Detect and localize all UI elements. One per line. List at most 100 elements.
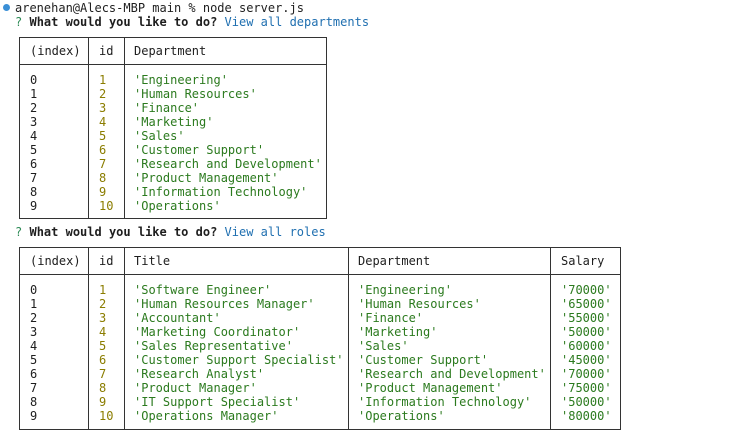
- table-cell-salary: '65000': [561, 297, 612, 311]
- table-cell-id: 10: [99, 409, 114, 423]
- table-cell-department: 'Sales': [358, 339, 409, 353]
- roles-table: (index) id Title Department Salary 0 1 'Softwar…: [19, 247, 621, 430]
- table-cell-id: 2: [99, 87, 107, 101]
- table-cell-index: 0: [30, 73, 38, 87]
- column-header-department: Department: [134, 44, 207, 58]
- column-header-department: Department: [358, 254, 431, 268]
- question-mark-icon: ?: [15, 225, 23, 239]
- table-cell-id: 4: [99, 115, 107, 129]
- table-cell-department: 'Human Resources': [134, 87, 257, 101]
- table-cell-salary: '75000': [561, 381, 612, 395]
- table-cell-salary: '70000': [561, 283, 612, 297]
- table-cell-index: 6: [30, 157, 38, 171]
- prompt-question-1: ? What would you like to do? View all de…: [15, 15, 369, 29]
- table-cell-id: 3: [99, 311, 107, 325]
- table-cell-department: 'Marketing': [134, 115, 214, 129]
- column-divider: [550, 248, 551, 429]
- table-cell-id: 1: [99, 283, 107, 297]
- table-cell-department: 'Sales': [134, 129, 185, 143]
- table-cell-index: 5: [30, 143, 38, 157]
- table-cell-department: 'Marketing': [358, 325, 438, 339]
- table-cell-index: 5: [30, 353, 38, 367]
- table-cell-index: 9: [30, 199, 38, 213]
- table-cell-id: 6: [99, 143, 107, 157]
- prompt-status-dot: [3, 4, 10, 11]
- table-cell-index: 1: [30, 297, 38, 311]
- table-cell-title: 'Sales Representative': [134, 339, 293, 353]
- table-cell-index: 3: [30, 115, 38, 129]
- table-cell-department: 'Customer Support': [134, 143, 265, 157]
- table-cell-index: 3: [30, 325, 38, 339]
- table-cell-salary: '60000': [561, 339, 612, 353]
- departments-table: (index) id Department 0 1 'Engineering' 1 2 'Hum…: [19, 37, 327, 219]
- table-cell-salary: '80000': [561, 409, 612, 423]
- table-cell-title: 'Operations Manager': [134, 409, 279, 423]
- table-cell-salary: '50000': [561, 395, 612, 409]
- table-cell-title: 'Accountant': [134, 311, 221, 325]
- column-header-salary: Salary: [561, 254, 605, 268]
- prompt-question-2: ? What would you like to do? View all ro…: [15, 225, 326, 239]
- column-header-title: Title: [134, 254, 171, 268]
- table-cell-department: 'Finance': [358, 311, 424, 325]
- table-cell-id: 8: [99, 171, 107, 185]
- table-cell-department: 'Engineering': [358, 283, 452, 297]
- table-cell-id: 9: [99, 185, 107, 199]
- table-cell-department: 'Information Technology': [134, 185, 308, 199]
- table-cell-index: 8: [30, 185, 38, 199]
- column-divider: [88, 38, 89, 218]
- table-cell-department: 'Product Management': [134, 171, 279, 185]
- table-cell-index: 7: [30, 381, 38, 395]
- table-cell-title: 'IT Support Specialist': [134, 395, 301, 409]
- table-cell-index: 4: [30, 129, 38, 143]
- table-cell-salary: '45000': [561, 353, 612, 367]
- table-cell-title: 'Human Resources Manager': [134, 297, 315, 311]
- table-cell-id: 1: [99, 73, 107, 87]
- table-cell-department: 'Information Technology': [358, 395, 532, 409]
- selected-answer: View all roles: [224, 225, 326, 239]
- table-cell-id: 7: [99, 367, 107, 381]
- table-cell-index: 9: [30, 409, 38, 423]
- table-cell-title: 'Product Manager': [134, 381, 257, 395]
- table-cell-index: 7: [30, 171, 38, 185]
- table-cell-department: 'Research and Development': [134, 157, 322, 171]
- column-divider: [348, 248, 349, 429]
- table-cell-salary: '55000': [561, 311, 612, 325]
- table-cell-id: 3: [99, 101, 107, 115]
- column-header-id: id: [99, 44, 114, 58]
- shell-command-line: arenehan@Alecs-MBP main % node server.js: [15, 1, 304, 15]
- table-cell-index: 1: [30, 87, 38, 101]
- table-cell-department: 'Finance': [134, 101, 200, 115]
- question-text: What would you like to do?: [29, 225, 218, 239]
- question-text: What would you like to do?: [29, 15, 218, 29]
- column-header-index: (index): [30, 254, 81, 268]
- table-cell-department: 'Customer Support': [358, 353, 489, 367]
- table-cell-index: 2: [30, 311, 38, 325]
- question-mark-icon: ?: [15, 15, 23, 29]
- table-cell-id: 4: [99, 325, 107, 339]
- column-divider: [124, 38, 125, 218]
- table-cell-id: 2: [99, 297, 107, 311]
- table-cell-salary: '50000': [561, 325, 612, 339]
- column-header-id: id: [99, 254, 114, 268]
- table-cell-title: 'Customer Support Specialist': [134, 353, 344, 367]
- table-cell-title: 'Marketing Coordinator': [134, 325, 301, 339]
- table-cell-id: 10: [99, 199, 114, 213]
- table-cell-department: 'Product Management': [358, 381, 503, 395]
- table-cell-id: 5: [99, 129, 107, 143]
- table-cell-title: 'Software Engineer': [134, 283, 272, 297]
- table-cell-department: 'Operations': [358, 409, 445, 423]
- table-cell-salary: '70000': [561, 367, 612, 381]
- selected-answer: View all departments: [224, 15, 370, 29]
- table-cell-index: 0: [30, 283, 38, 297]
- table-cell-index: 4: [30, 339, 38, 353]
- table-cell-id: 7: [99, 157, 107, 171]
- table-cell-id: 8: [99, 381, 107, 395]
- table-cell-department: 'Operations': [134, 199, 221, 213]
- table-cell-title: 'Research Analyst': [134, 367, 265, 381]
- column-header-index: (index): [30, 44, 81, 58]
- table-cell-department: 'Engineering': [134, 73, 228, 87]
- table-cell-id: 6: [99, 353, 107, 367]
- table-cell-department: 'Research and Development': [358, 367, 546, 381]
- column-divider: [88, 248, 89, 429]
- table-cell-department: 'Human Resources': [358, 297, 481, 311]
